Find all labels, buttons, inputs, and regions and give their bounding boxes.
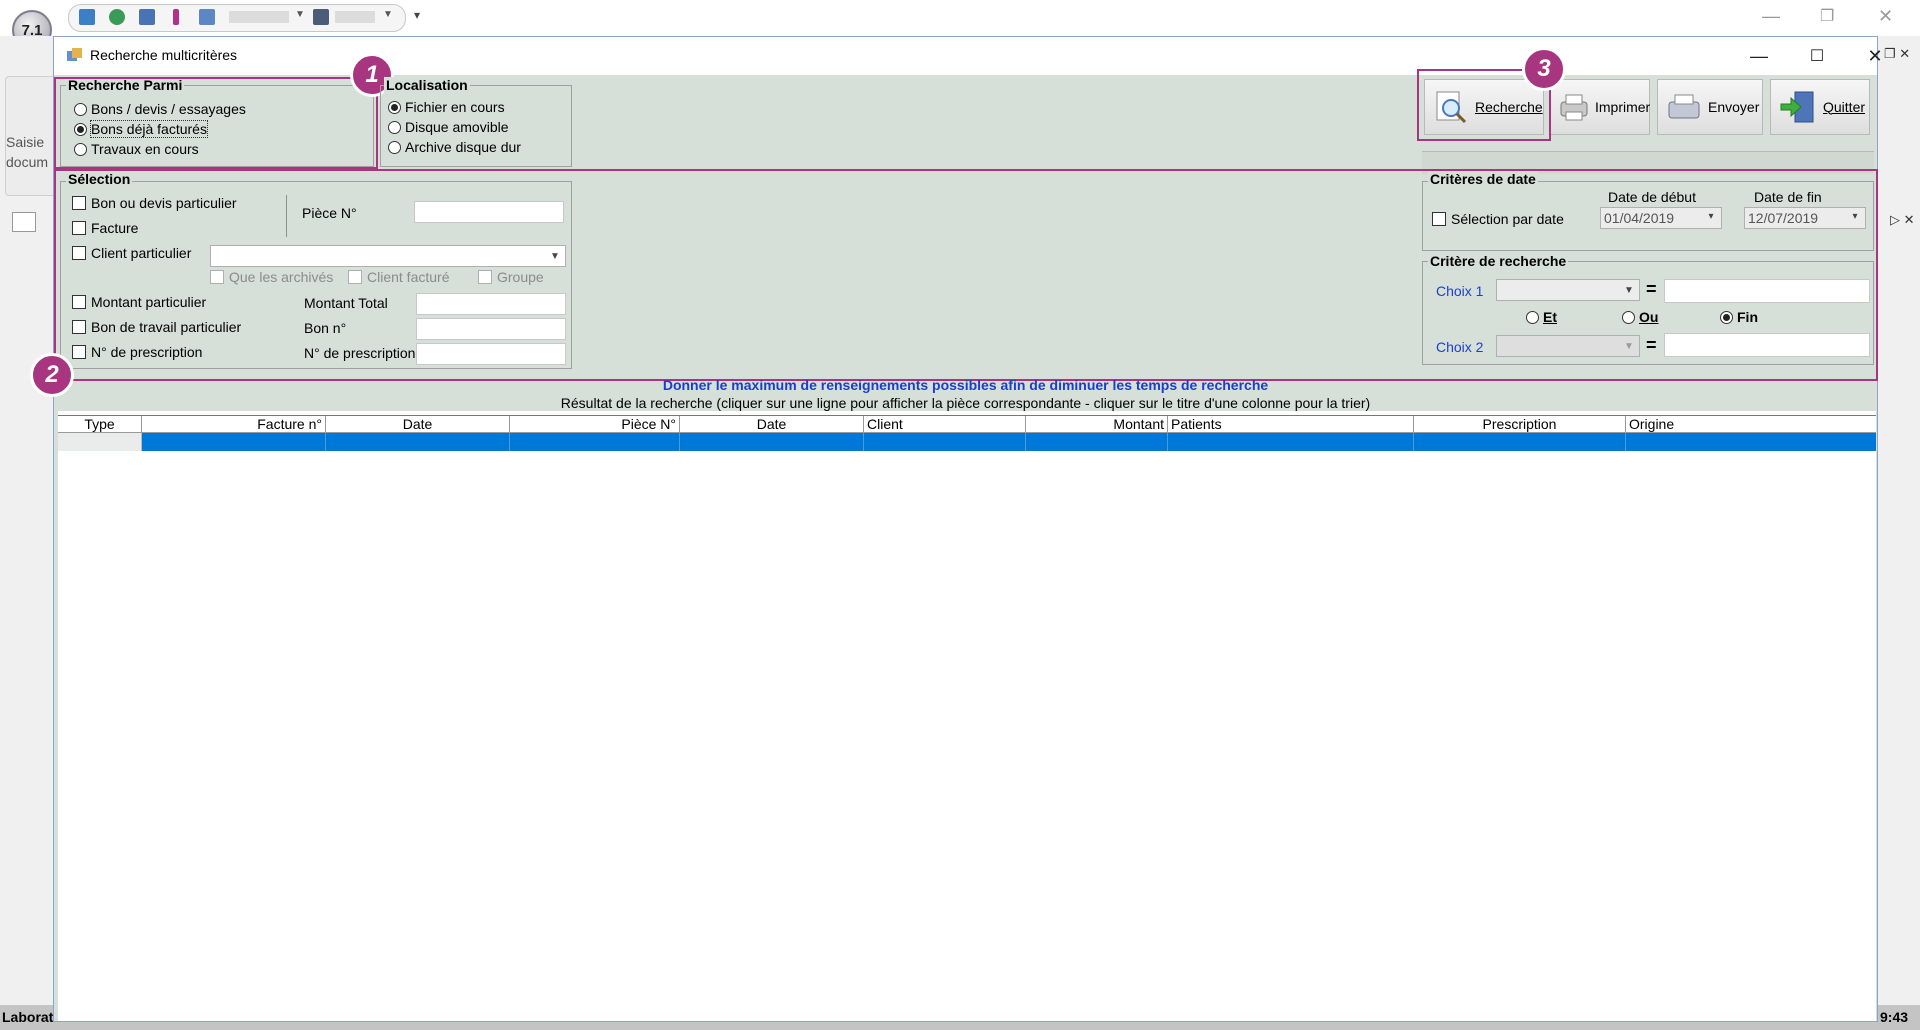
display-icon[interactable] [199, 9, 215, 25]
recherche-dialog: Recherche multicritères — ☐ ✕ Recherche … [30, 36, 1883, 1022]
column-header-type[interactable]: Type [58, 416, 142, 433]
document-tab-icon[interactable] [12, 212, 36, 232]
dialog-title: Recherche multicritères [90, 47, 238, 63]
printer-icon [1559, 90, 1589, 124]
table-row[interactable] [58, 433, 1876, 451]
table-cell[interactable] [1414, 433, 1626, 451]
option-fichier-en-cours[interactable]: Fichier en cours [388, 99, 505, 115]
table-cell[interactable] [326, 433, 510, 451]
table-cell[interactable] [1026, 433, 1168, 451]
table-cell[interactable] [864, 433, 1026, 451]
qa-combo-2[interactable] [335, 11, 375, 23]
search-documents-icon [66, 47, 84, 63]
radio-icon[interactable] [388, 120, 401, 134]
column-header-date-2[interactable]: Date [680, 416, 864, 433]
results-table-header: Type Facture n° Date Pièce N° Date Clien… [58, 415, 1876, 433]
quick-access-toolbar: ▼ ▼ [68, 4, 406, 32]
column-header-facture[interactable]: Facture n° [142, 416, 326, 433]
radio-icon[interactable] [388, 140, 401, 154]
minimize-icon[interactable]: — [1762, 6, 1780, 27]
tab-arrows-icon[interactable]: ▷ ✕ [1890, 212, 1915, 228]
localisation-legend: Localisation [384, 77, 470, 93]
envoyer-button[interactable]: Envoyer [1657, 79, 1763, 135]
chevron-down-icon[interactable]: ▼ [383, 9, 393, 20]
table-cell[interactable] [142, 433, 326, 451]
exit-door-icon [1779, 90, 1817, 124]
highlight-box-2 [54, 169, 1878, 381]
status-clock: 9:43 [1880, 1009, 1909, 1025]
imprimer-button[interactable]: Imprimer [1550, 79, 1650, 135]
dialog-titlebar: Recherche multicritères — ☐ ✕ [54, 37, 1883, 75]
column-header-prescription[interactable]: Prescription [1414, 416, 1626, 433]
highlight-box-1 [54, 77, 378, 169]
table-cell[interactable] [680, 433, 864, 451]
dialog-close-button[interactable]: ✕ [1852, 41, 1898, 71]
restore-icon[interactable]: ❐ [1820, 6, 1834, 26]
close-icon[interactable]: ✕ [1878, 6, 1893, 27]
column-header-montant[interactable]: Montant [1026, 416, 1168, 433]
customize-toolbar-icon[interactable]: ▾ [414, 8, 420, 22]
dialog-minimize-button[interactable]: — [1736, 41, 1782, 71]
background-right-panel [1878, 36, 1920, 1030]
column-header-client[interactable]: Client [864, 416, 1026, 433]
saisie-document-label: Saisie docum [6, 134, 49, 170]
globe-icon[interactable] [109, 9, 125, 25]
table-cell[interactable] [1626, 433, 1876, 451]
result-caption: Résultat de la recherche (cliquer sur un… [560, 395, 1371, 411]
badge-3: 3 [1522, 47, 1566, 91]
calendar-icon[interactable] [79, 9, 95, 25]
chevron-down-icon[interactable]: ▼ [295, 9, 305, 20]
computer-icon[interactable] [313, 9, 329, 25]
fax-icon [1666, 90, 1702, 124]
column-header-piece[interactable]: Pièce N° [510, 416, 680, 433]
option-archive-disque-dur[interactable]: Archive disque dur [388, 139, 521, 155]
quitter-button[interactable]: Quitter [1770, 79, 1870, 135]
radio-selected-icon[interactable] [388, 100, 401, 114]
results-table-body[interactable] [58, 411, 1876, 1021]
table-cell[interactable] [510, 433, 680, 451]
pen-icon[interactable] [173, 9, 179, 25]
network-icon[interactable] [139, 9, 155, 25]
table-cell[interactable] [58, 433, 142, 451]
option-disque-amovible[interactable]: Disque amovible [388, 119, 509, 135]
qa-combo-1[interactable] [229, 11, 289, 23]
search-hint: Donner le maximum de renseignements poss… [662, 377, 1269, 393]
column-header-origine[interactable]: Origine [1626, 416, 1876, 433]
status-left-text: Laborat [2, 1009, 54, 1025]
dialog-maximize-button[interactable]: ☐ [1794, 41, 1840, 71]
column-header-date[interactable]: Date [326, 416, 510, 433]
table-cell[interactable] [1168, 433, 1414, 451]
column-header-patients[interactable]: Patients [1168, 416, 1414, 433]
